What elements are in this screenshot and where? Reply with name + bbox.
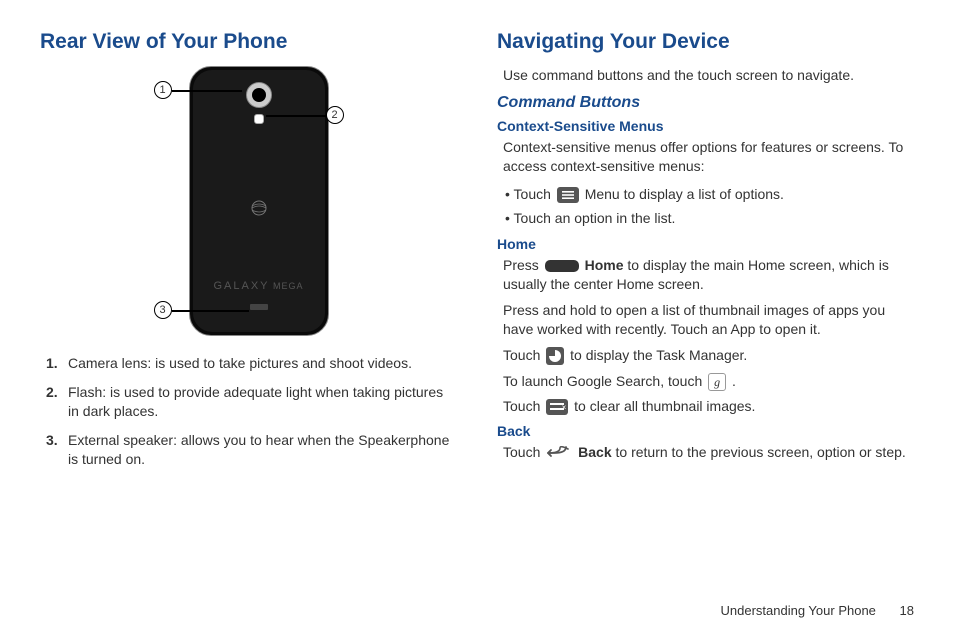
legend-desc: : is used to provide adequate light when… — [68, 384, 443, 419]
menu-icon — [557, 187, 579, 203]
callout-2: 2 — [326, 106, 344, 124]
phone-back-panel: GALAXY MEGA — [193, 70, 325, 332]
legend-desc: : is used to take pictures and shoot vid… — [147, 355, 412, 371]
google-search-icon: g — [708, 373, 726, 391]
context-menus-text: Context-sensitive menus offer options fo… — [503, 138, 914, 177]
legend-item-3: 3. External speaker: allows you to hear … — [46, 431, 457, 469]
back-arrow-icon — [546, 446, 572, 460]
nav-intro: Use command buttons and the touch screen… — [503, 66, 914, 86]
legend-item-2: 2. Flash: is used to provide adequate li… — [46, 383, 457, 421]
command-buttons-heading: Command Buttons — [497, 94, 914, 112]
back-heading: Back — [497, 423, 914, 439]
phone-rear-figure: GALAXY MEGA 1 2 3 — [40, 66, 457, 336]
rear-view-heading: Rear View of Your Phone — [40, 30, 457, 54]
legend-term: Flash — [68, 384, 102, 400]
legend-num: 3. — [46, 431, 68, 469]
brand-small: MEGA — [270, 281, 304, 291]
callout-1: 1 — [154, 81, 172, 99]
phone-body: GALAXY MEGA — [189, 66, 329, 336]
legend-num: 1. — [46, 354, 68, 373]
phone-diagram: GALAXY MEGA 1 2 3 — [154, 66, 344, 336]
brand-big: GALAXY — [213, 280, 269, 292]
legend-item-1: 1. Camera lens: is used to take pictures… — [46, 354, 457, 373]
callout-line-3 — [172, 310, 249, 312]
footer-section: Understanding Your Phone — [721, 603, 876, 618]
page-number: 18 — [900, 603, 914, 618]
callout-line-2 — [266, 115, 326, 117]
context-menu-steps: Touch Menu to display a list of options.… — [505, 183, 914, 230]
csm1-c: to display a list of options. — [624, 186, 784, 202]
back-b: Back — [578, 444, 611, 460]
context-menus-heading: Context-Sensitive Menus — [497, 118, 914, 134]
two-column-layout: Rear View of Your Phone GALAXY MEGA — [40, 30, 914, 478]
legend-text: Flash: is used to provide adequate light… — [68, 383, 457, 421]
home-p3a: Touch — [503, 347, 544, 363]
home-p5b: to clear all thumbnail images. — [574, 398, 755, 414]
callout-line-1 — [172, 90, 242, 92]
back-a: Touch — [503, 444, 544, 460]
csm-step-2: Touch an option in the list. — [505, 207, 914, 229]
home-p3: Touch to display the Task Manager. — [503, 346, 914, 366]
home-p4a: To launch Google Search, touch — [503, 373, 706, 389]
task-manager-icon — [546, 347, 564, 365]
legend-term: External speaker — [68, 432, 173, 448]
page-footer: Understanding Your Phone 18 — [721, 603, 915, 618]
home-button-icon — [545, 260, 579, 272]
left-column: Rear View of Your Phone GALAXY MEGA — [40, 30, 457, 478]
home-p4: To launch Google Search, touch g . — [503, 372, 914, 392]
callout-3: 3 — [154, 301, 172, 319]
home-p4b: . — [732, 373, 736, 389]
camera-lens-icon — [246, 82, 272, 108]
right-column: Navigating Your Device Use command butto… — [497, 30, 914, 478]
home-p1: Press Home to display the main Home scre… — [503, 256, 914, 295]
legend-text: External speaker: allows you to hear whe… — [68, 431, 457, 469]
carrier-logo-icon — [193, 200, 325, 219]
home-p5: Touch × to clear all thumbnail images. — [503, 397, 914, 417]
rear-view-legend: 1. Camera lens: is used to take pictures… — [40, 354, 457, 468]
navigating-heading: Navigating Your Device — [497, 30, 914, 54]
home-p5a: Touch — [503, 398, 544, 414]
home-p3b: to display the Task Manager. — [570, 347, 747, 363]
flash-icon — [254, 114, 264, 124]
csm1-a: Touch — [514, 186, 555, 202]
csm-step-1: Touch Menu to display a list of options. — [505, 183, 914, 205]
speaker-icon — [250, 304, 268, 310]
home-p1b: Home — [585, 257, 624, 273]
csm1-b: Menu — [585, 186, 620, 202]
back-text: Touch Back to return to the previous scr… — [503, 443, 914, 463]
home-heading: Home — [497, 236, 914, 252]
legend-text: Camera lens: is used to take pictures an… — [68, 354, 457, 373]
back-c: to return to the previous screen, option… — [616, 444, 906, 460]
legend-term: Camera lens — [68, 355, 147, 371]
home-p2: Press and hold to open a list of thumbna… — [503, 301, 914, 340]
legend-num: 2. — [46, 383, 68, 421]
phone-branding: GALAXY MEGA — [193, 280, 325, 292]
clear-thumbnails-icon: × — [546, 399, 568, 415]
home-p1a: Press — [503, 257, 543, 273]
